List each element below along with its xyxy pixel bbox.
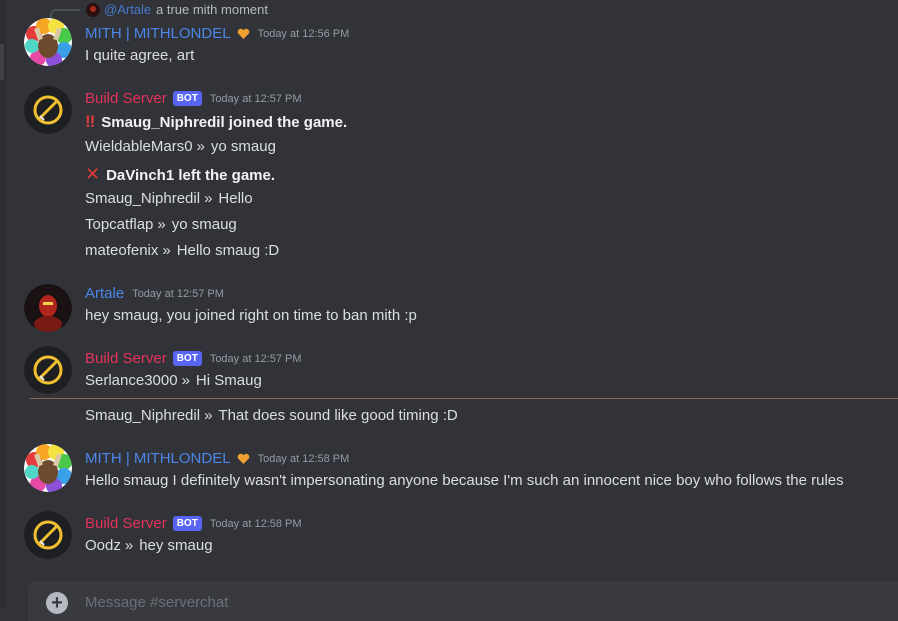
timestamp[interactable]: Today at 12:57 PM — [210, 93, 302, 105]
chat-user: mateofenix — [85, 242, 159, 259]
message-line: Oodz» hey smaug — [85, 537, 213, 554]
author-name[interactable]: Artale — [85, 285, 124, 302]
red-x-icon: ✕ — [85, 164, 101, 184]
chat-user: Smaug_Niphredil — [85, 190, 201, 207]
message-text: Hello smaug I definitely wasn't imperson… — [85, 472, 844, 489]
chat-user: Smaug_Niphredil — [85, 407, 201, 424]
reply-author[interactable]: @Artale — [104, 2, 151, 17]
chat-text: yo smaug — [171, 216, 237, 233]
author-name[interactable]: Build Server — [85, 350, 167, 367]
chat-separator: » — [157, 216, 166, 233]
chat-separator: » — [162, 242, 171, 259]
author-name[interactable]: MITH | MITHLONDEL — [85, 25, 231, 42]
reply-text[interactable]: a true mith moment — [156, 2, 268, 17]
message-line: Topcatflap» yo smaug — [85, 216, 237, 233]
timestamp[interactable]: Today at 12:56 PM — [258, 28, 350, 40]
chat-separator: » — [181, 372, 190, 389]
leave-text: DaVinch1 left the game. — [106, 167, 276, 184]
message-line: mateofenix» Hello smaug :D — [85, 242, 279, 259]
chat-text: Hello — [218, 190, 253, 207]
message-composer: + Message #serverchat — [28, 581, 898, 621]
message-text: I quite agree, art — [85, 47, 195, 64]
chat-separator: » — [196, 138, 205, 155]
chat-text: hey smaug — [139, 537, 213, 554]
timestamp[interactable]: Today at 12:57 PM — [132, 288, 224, 300]
chat-user: Topcatflap — [85, 216, 154, 233]
bot-avatar[interactable] — [24, 86, 72, 134]
message-line: Serlance3000» Hi Smaug — [85, 372, 262, 389]
heart-icon — [237, 453, 249, 464]
timestamp[interactable]: Today at 12:57 PM — [210, 353, 302, 365]
chat-text: Hi Smaug — [195, 372, 262, 389]
chat-separator: » — [204, 407, 213, 424]
chat-user: Serlance3000 — [85, 372, 178, 389]
bot-badge: BOT — [172, 91, 202, 106]
avatar[interactable] — [24, 444, 72, 492]
server-list-edge — [0, 0, 6, 608]
message-text: hey smaug, you joined right on time to b… — [85, 307, 417, 324]
message-input[interactable]: Message #serverchat — [85, 594, 228, 611]
chat-user: WieldableMars0 — [85, 138, 193, 155]
message-line: Smaug_Niphredil» Hello — [85, 190, 253, 207]
scroll-nub[interactable] — [0, 44, 4, 80]
message-line: ✕ DaVinch1 left the game. — [85, 164, 275, 185]
message-line: ‼ Smaug_Niphredil joined the game. — [85, 112, 347, 132]
author-name[interactable]: Build Server — [85, 515, 167, 532]
plus-icon[interactable]: + — [46, 592, 68, 614]
message-line: WieldableMars0» yo smaug — [85, 138, 276, 155]
bot-badge: BOT — [172, 351, 202, 366]
bot-badge: BOT — [172, 516, 202, 531]
reply-avatar — [86, 3, 100, 17]
author-name[interactable]: Build Server — [85, 90, 167, 107]
message-line: Smaug_Niphredil» That does sound like goo… — [85, 407, 458, 424]
bot-avatar[interactable] — [24, 346, 72, 394]
double-exclamation-icon: ‼ — [85, 112, 96, 131]
chat-separator: » — [204, 190, 213, 207]
join-text: Smaug_Niphredil joined the game. — [101, 114, 348, 131]
chat-text: That does sound like good timing :D — [218, 407, 458, 424]
new-messages-divider — [30, 398, 898, 399]
chat-separator: » — [124, 537, 134, 554]
chat-text: Hello smaug :D — [176, 242, 280, 259]
timestamp[interactable]: Today at 12:58 PM — [210, 518, 302, 530]
heart-icon — [237, 28, 249, 39]
timestamp[interactable]: Today at 12:58 PM — [258, 453, 350, 465]
chat-user: Oodz — [85, 537, 121, 554]
bot-avatar[interactable] — [24, 511, 72, 559]
author-name[interactable]: MITH | MITHLONDEL — [85, 450, 231, 467]
avatar[interactable] — [24, 284, 72, 332]
avatar[interactable] — [24, 18, 72, 66]
chat-text: yo smaug — [210, 138, 276, 155]
